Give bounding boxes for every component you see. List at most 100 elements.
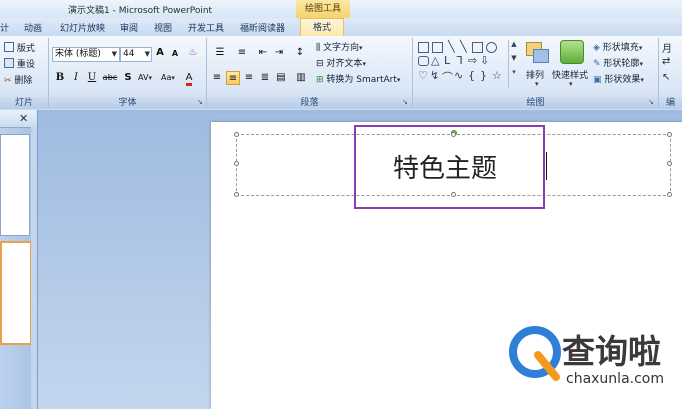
align-center-icon[interactable]: ≡ bbox=[226, 71, 240, 85]
layout-button[interactable]: 版式 bbox=[4, 41, 35, 54]
distributed-icon[interactable]: ▤ bbox=[274, 71, 288, 85]
resize-handle[interactable] bbox=[234, 192, 239, 197]
chevron-down-icon: ▾ bbox=[569, 80, 573, 88]
reset-button[interactable]: 重设 bbox=[4, 57, 35, 70]
slide-thumbnail[interactable] bbox=[0, 134, 30, 236]
slide-title-text[interactable]: 特色主题 bbox=[393, 148, 497, 185]
tab-foxit-reader[interactable]: 福昕阅读器 bbox=[240, 21, 285, 34]
rounded-rect-shape-icon[interactable] bbox=[418, 56, 429, 66]
triangle-shape-icon[interactable]: △ bbox=[431, 54, 439, 67]
align-right-icon[interactable]: ≡ bbox=[242, 71, 256, 85]
layout-icon bbox=[4, 42, 14, 52]
slides-pane-scrollbar[interactable] bbox=[31, 127, 37, 409]
left-brace-shape-icon[interactable]: { bbox=[468, 69, 475, 82]
oval-shape-icon[interactable] bbox=[486, 42, 497, 53]
character-spacing-button[interactable]: AV▾ bbox=[136, 71, 154, 85]
group-label-paragraph: 段落 bbox=[207, 97, 412, 109]
shrink-font-icon: A bbox=[171, 49, 179, 58]
close-icon[interactable]: ✕ bbox=[19, 112, 28, 125]
tab-review[interactable]: 审阅 bbox=[120, 21, 138, 34]
strikethrough-button[interactable]: abc bbox=[101, 71, 119, 85]
align-left-icon[interactable]: ≡ bbox=[210, 71, 224, 85]
line-spacing-icon[interactable]: ↕ bbox=[290, 46, 310, 60]
columns-icon[interactable]: ▥ bbox=[292, 71, 310, 85]
slides-pane-header: ✕ bbox=[0, 110, 37, 128]
shape-fill-button[interactable]: ◈ 形状填充▾ bbox=[593, 40, 642, 53]
resize-handle[interactable] bbox=[234, 132, 239, 137]
font-size-select[interactable]: 44 ▼ bbox=[120, 47, 152, 62]
delete-icon: ✂ bbox=[4, 76, 12, 86]
tab-view[interactable]: 视图 bbox=[154, 21, 172, 34]
convert-smartart-button[interactable]: ⊞ 转换为 SmartArt▾ bbox=[316, 72, 400, 85]
change-case-button[interactable]: Aa▾ bbox=[158, 71, 178, 85]
align-text-button[interactable]: ⊟ 对齐文本▾ bbox=[316, 56, 366, 69]
bold-button[interactable]: B bbox=[53, 71, 67, 85]
down-arrow-shape-icon[interactable]: ⇩ bbox=[480, 54, 489, 67]
reset-icon bbox=[4, 58, 14, 68]
right-brace-shape-icon[interactable]: } bbox=[480, 69, 487, 82]
watermark: 查询啦 chaxunla.com bbox=[508, 325, 678, 395]
star-shape-icon[interactable]: ☆ bbox=[492, 69, 502, 82]
shrink-font-button[interactable]: A bbox=[168, 47, 182, 61]
justify-icon[interactable]: ≣ bbox=[258, 71, 272, 85]
font-family-select[interactable]: 宋体 (标题) ▼ bbox=[52, 47, 120, 62]
tab-design[interactable]: 计 bbox=[0, 21, 9, 34]
grow-font-button[interactable]: A bbox=[153, 46, 167, 60]
slide-thumbnail-selected[interactable] bbox=[0, 241, 32, 345]
rectangle-shape-icon[interactable] bbox=[472, 42, 483, 53]
font-color-button[interactable]: A bbox=[181, 71, 197, 86]
curve-shape-icon[interactable]: ⌒ bbox=[442, 69, 453, 85]
delete-slide-button[interactable]: ✂ 删除 bbox=[4, 73, 32, 86]
dialog-launcher-icon[interactable]: ↘ bbox=[648, 98, 654, 106]
underline-button[interactable]: U bbox=[85, 71, 99, 85]
text-cursor bbox=[546, 152, 547, 180]
vertical-textbox-shape-icon[interactable] bbox=[432, 42, 443, 53]
italic-button[interactable]: I bbox=[69, 71, 83, 85]
gallery-scrollbar[interactable]: ▲ ▼ ▾ bbox=[508, 40, 519, 88]
group-label-slides: 灯片 bbox=[0, 97, 48, 109]
bullets-icon[interactable]: ☰ bbox=[210, 46, 230, 60]
heart-shape-icon[interactable]: ♡ bbox=[418, 69, 428, 82]
tab-animations[interactable]: 动画 bbox=[24, 21, 42, 34]
resize-handle[interactable] bbox=[667, 132, 672, 137]
text-direction-button[interactable]: ⫼ 文字方向▾ bbox=[316, 40, 363, 53]
line-shape-icon[interactable]: ╲ bbox=[448, 40, 455, 53]
watermark-logo-icon bbox=[509, 326, 561, 381]
shape-outline-button[interactable]: ✎ 形状轮廓▾ bbox=[593, 56, 643, 69]
text-shadow-button[interactable]: S bbox=[121, 71, 135, 85]
group-label-drawing: 绘图 bbox=[413, 97, 658, 109]
shapes-gallery[interactable]: ╲ ╲ △ ᒪ ᒣ ⇨ ⇩ ♡ ↯ ⌒ ∿ { } ☆ bbox=[418, 40, 518, 88]
tab-slideshow[interactable]: 幻灯片放映 bbox=[60, 21, 105, 34]
find-icon[interactable]: ⽉ bbox=[662, 40, 672, 55]
change-case-icon: Aa bbox=[161, 73, 172, 82]
freeform-shape-icon[interactable]: ∿ bbox=[454, 69, 463, 82]
right-arrow-shape-icon[interactable]: ⇨ bbox=[468, 54, 477, 67]
resize-handle[interactable] bbox=[667, 161, 672, 166]
lightning-shape-icon[interactable]: ↯ bbox=[430, 69, 439, 82]
dialog-launcher-icon[interactable]: ↘ bbox=[402, 98, 408, 106]
tab-format[interactable]: 格式 bbox=[300, 18, 345, 37]
ribbon-tab-bar: 计 动画 幻灯片放映 审阅 视图 开发工具 福昕阅读器 格式 bbox=[0, 18, 682, 37]
paint-bucket-icon: ◈ bbox=[593, 43, 600, 53]
quick-styles-button[interactable]: 快速样式 ▾ bbox=[552, 40, 592, 98]
resize-handle[interactable] bbox=[234, 161, 239, 166]
shape-outline-label: 形状轮廓 bbox=[603, 59, 640, 69]
select-icon[interactable]: ↖ bbox=[662, 72, 670, 83]
textbox-shape-icon[interactable] bbox=[418, 42, 429, 53]
arrange-button[interactable]: 排列 ▾ bbox=[524, 40, 552, 98]
group-label-font: 字体 bbox=[49, 97, 206, 109]
numbering-icon[interactable]: ≡ bbox=[232, 46, 252, 60]
elbow-arrow-icon[interactable]: ᒣ bbox=[456, 54, 463, 67]
increase-indent-icon[interactable]: ⇥ bbox=[272, 46, 286, 60]
arrow-line-shape-icon[interactable]: ╲ bbox=[460, 40, 467, 53]
tab-developer[interactable]: 开发工具 bbox=[188, 21, 224, 34]
elbow-connector-icon[interactable]: ᒪ bbox=[444, 54, 450, 67]
decrease-indent-icon[interactable]: ⇤ bbox=[256, 46, 270, 60]
replace-icon[interactable]: ⇄ bbox=[662, 56, 670, 67]
context-group-drawing-tools: 绘图工具 bbox=[296, 0, 350, 18]
dialog-launcher-icon[interactable]: ↘ bbox=[197, 98, 203, 106]
slides-pane: ✕ bbox=[0, 110, 38, 409]
shape-effects-button[interactable]: ▣ 形状效果▾ bbox=[593, 72, 644, 85]
resize-handle[interactable] bbox=[667, 192, 672, 197]
clear-format-icon[interactable]: ♨ bbox=[186, 46, 200, 60]
